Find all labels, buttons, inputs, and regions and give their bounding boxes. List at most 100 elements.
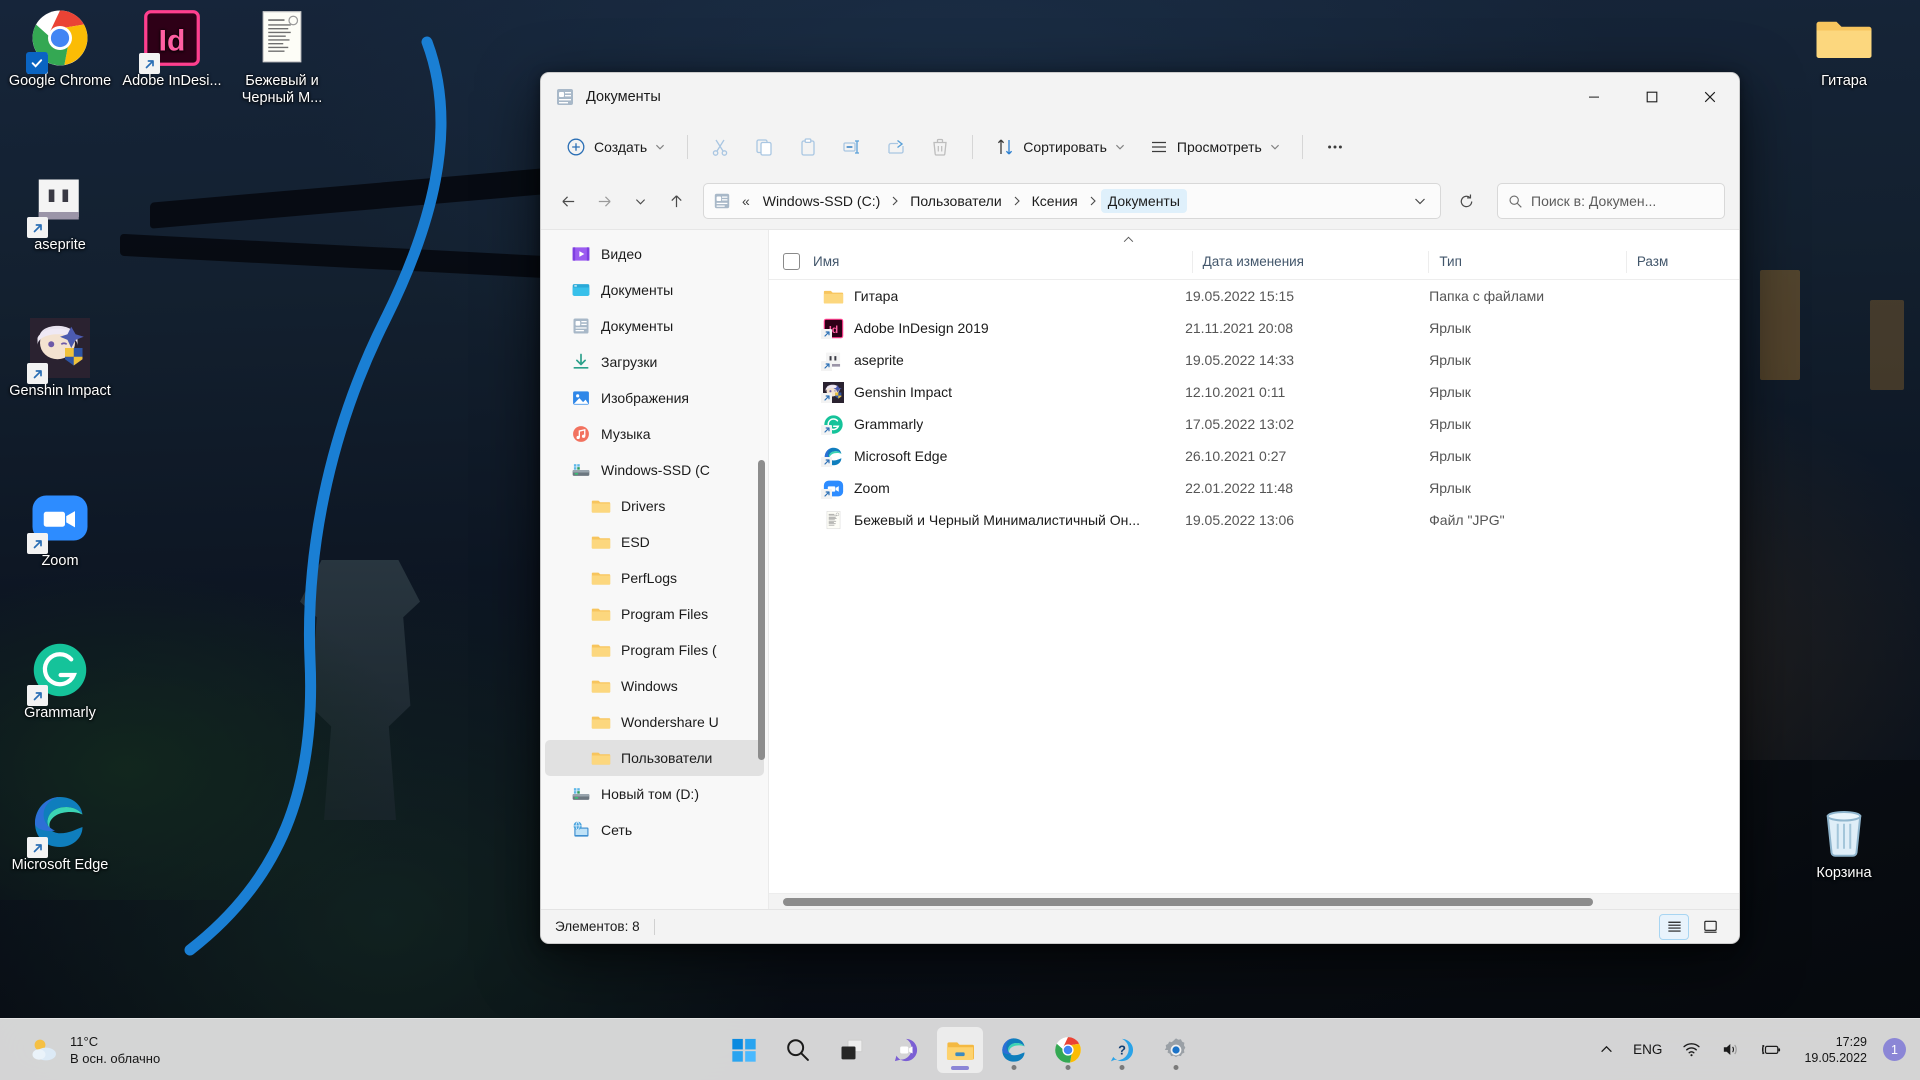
sidebar-item[interactable]: Windows [545, 668, 764, 704]
chat-button[interactable] [883, 1027, 929, 1073]
desktop-icon[interactable]: Microsoft Edge [6, 792, 114, 874]
network-button[interactable] [1674, 1028, 1709, 1072]
table-row[interactable]: Microsoft Edge 26.10.2021 0:27 Ярлык [769, 440, 1739, 472]
breadcrumb-overflow[interactable]: « [738, 193, 754, 209]
breadcrumb-dropdown-button[interactable] [1406, 187, 1434, 215]
table-row[interactable]: Id Adobe InDesign 2019 21.11.2021 20:08 Ярл… [769, 312, 1739, 344]
close-button[interactable] [1681, 73, 1739, 121]
column-header-date[interactable]: Дата изменения [1191, 250, 1429, 273]
file-explorer-window[interactable]: Документы Создать Сортировать Просмотрет… [540, 72, 1740, 944]
sidebar-scrollbar[interactable] [758, 460, 765, 760]
sidebar-item[interactable]: Видео [545, 236, 764, 272]
taskbar[interactable]: 11°C В осн. облачно ? ENG 17:29 19.05.20… [0, 1018, 1920, 1080]
back-button[interactable] [551, 184, 585, 218]
sidebar-item[interactable]: Музыка [545, 416, 764, 452]
sidebar-item[interactable]: Program Files ( [545, 632, 764, 668]
file-explorer-button[interactable] [937, 1026, 983, 1073]
file-name-cell[interactable]: Zoom [783, 478, 1175, 499]
navigation-pane[interactable]: Видео Документы Документы Загрузки Изображен… [541, 230, 769, 909]
sidebar-item[interactable]: Изображения [545, 380, 764, 416]
delete-button[interactable] [919, 129, 961, 165]
desktop[interactable]: Google Chrome Id Adobe InDesi... Бежевый и … [0, 0, 1920, 1080]
sidebar-item[interactable]: Drivers [545, 488, 764, 524]
recent-locations-button[interactable] [623, 184, 657, 218]
file-name-cell[interactable]: Бежевый и Черный Минималистичный Он... [783, 510, 1175, 531]
clock[interactable]: 17:29 19.05.2022 [1794, 1034, 1875, 1066]
search-input[interactable] [1531, 193, 1714, 209]
column-header-size[interactable]: Разм [1625, 250, 1739, 273]
refresh-button[interactable] [1449, 184, 1483, 218]
select-all-checkbox[interactable] [783, 253, 800, 270]
file-name-cell[interactable]: Id Adobe InDesign 2019 [783, 318, 1175, 339]
weather-widget[interactable]: 11°C В осн. облачно [18, 1028, 170, 1072]
share-button[interactable] [875, 129, 917, 165]
desktop-icon[interactable]: Id Adobe InDesi... [118, 8, 226, 90]
table-row[interactable]: Бежевый и Черный Минималистичный Он... 19… [769, 504, 1739, 536]
desktop-icon[interactable]: Бежевый и Черный М... [228, 8, 336, 107]
sidebar-item[interactable]: Windows-SSD (C [545, 452, 764, 488]
file-name-cell[interactable]: Grammarly [783, 414, 1175, 435]
column-header-type[interactable]: Тип [1428, 250, 1625, 273]
table-row[interactable]: Гитара 19.05.2022 15:15 Папка с файлами [769, 280, 1739, 312]
sort-button[interactable]: Сортировать [984, 129, 1136, 165]
desktop-icon[interactable]: aseprite [6, 172, 114, 254]
forward-button[interactable] [587, 184, 621, 218]
table-row[interactable]: Grammarly 17.05.2022 13:02 Ярлык [769, 408, 1739, 440]
sidebar-item[interactable]: Документы [545, 272, 764, 308]
sidebar-item[interactable]: PerfLogs [545, 560, 764, 596]
desktop-icon[interactable]: Grammarly [6, 640, 114, 722]
horizontal-scrollbar[interactable] [769, 893, 1739, 909]
view-toggle-group[interactable] [1659, 913, 1725, 940]
file-name-cell[interactable]: Гитара [783, 286, 1175, 307]
settings-button[interactable] [1153, 1027, 1199, 1073]
address-bar-row[interactable]: « Windows-SSD (C:) Пользователи Ксения Доку… [541, 173, 1739, 229]
file-list-pane[interactable]: Имя Дата изменения Тип Разм Гитара 19.05.… [769, 230, 1739, 909]
volume-button[interactable] [1713, 1028, 1748, 1072]
large-icons-view-button[interactable] [1695, 914, 1725, 940]
table-row[interactable]: aseprite 19.05.2022 14:33 Ярлык [769, 344, 1739, 376]
minimize-button[interactable] [1565, 73, 1623, 121]
breadcrumb-item[interactable]: Пользователи [903, 189, 1008, 213]
sidebar-item[interactable]: Новый том (D:) [545, 776, 764, 812]
file-list[interactable]: Гитара 19.05.2022 15:15 Папка с файлами Id A… [769, 280, 1739, 893]
taskbar-app-group[interactable]: ? [721, 1026, 1199, 1073]
rename-button[interactable] [831, 129, 873, 165]
column-header-name[interactable]: Имя [813, 251, 1192, 273]
task-view-button[interactable] [829, 1027, 875, 1073]
sidebar-item[interactable]: Wondershare U [545, 704, 764, 740]
desktop-icon[interactable]: Гитара [1790, 8, 1898, 90]
column-headers[interactable]: Имя Дата изменения Тип Разм [769, 244, 1739, 280]
desktop-icon[interactable]: Genshin Impact [6, 318, 114, 400]
desktop-icon[interactable]: Zoom [6, 488, 114, 570]
search-button[interactable] [775, 1027, 821, 1073]
file-name-cell[interactable]: Genshin Impact [783, 381, 1175, 403]
command-toolbar[interactable]: Создать Сортировать Просмотреть [541, 121, 1739, 173]
sidebar-item[interactable]: ESD [545, 524, 764, 560]
chrome-button[interactable] [1045, 1027, 1091, 1073]
sidebar-item[interactable]: Документы [545, 308, 764, 344]
breadcrumb[interactable]: « Windows-SSD (C:) Пользователи Ксения Доку… [703, 183, 1441, 219]
breadcrumb-item[interactable]: Документы [1100, 189, 1187, 213]
desktop-icon[interactable]: Корзина [1790, 800, 1898, 882]
start-button[interactable] [721, 1027, 767, 1073]
up-button[interactable] [659, 184, 693, 218]
collapse-group-caret[interactable] [1117, 232, 1139, 246]
sidebar-item[interactable]: Сеть [545, 812, 764, 848]
system-tray[interactable]: ENG 17:29 19.05.2022 1 [1592, 1028, 1920, 1072]
file-name-cell[interactable]: Microsoft Edge [783, 446, 1175, 467]
language-button[interactable]: ENG [1625, 1028, 1670, 1072]
maximize-button[interactable] [1623, 73, 1681, 121]
details-view-button[interactable] [1659, 913, 1689, 940]
table-row[interactable]: Zoom 22.01.2022 11:48 Ярлык [769, 472, 1739, 504]
edge-button[interactable] [991, 1027, 1037, 1073]
sidebar-item[interactable]: Program Files [545, 596, 764, 632]
view-button[interactable]: Просмотреть [1138, 129, 1291, 165]
more-options-button[interactable] [1314, 129, 1356, 165]
file-name-cell[interactable]: aseprite [783, 350, 1175, 371]
cut-button[interactable] [699, 129, 741, 165]
table-row[interactable]: Genshin Impact 12.10.2021 0:11 Ярлык [769, 376, 1739, 408]
show-hidden-icons-button[interactable] [1592, 1028, 1621, 1072]
window-titlebar[interactable]: Документы [541, 73, 1739, 121]
horizontal-scrollbar-thumb[interactable] [783, 897, 1593, 906]
help-button[interactable]: ? [1099, 1027, 1145, 1073]
